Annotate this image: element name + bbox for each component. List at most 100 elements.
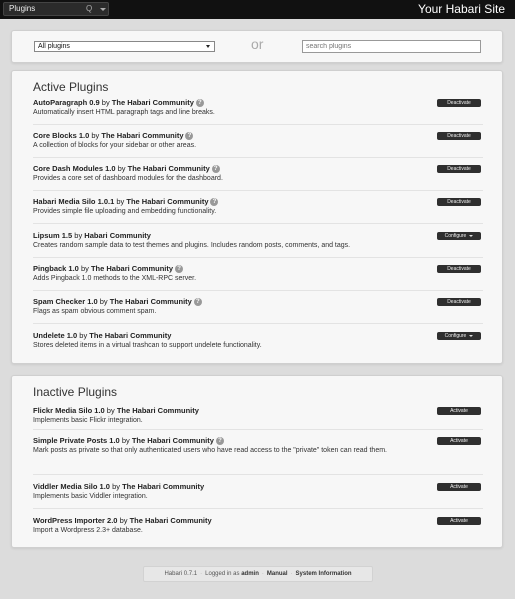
activate-button-label: Activate xyxy=(450,518,468,524)
plugin-name: Core Blocks 1.0 xyxy=(33,131,90,140)
manual-link[interactable]: Manual xyxy=(267,571,288,577)
deactivate-button[interactable]: Deactivate xyxy=(437,165,481,173)
plugin-author: The Habari Community xyxy=(116,406,199,415)
plugin-description: Import a Wordpress 2.3+ database. xyxy=(33,527,143,534)
plugin-description: Automatically insert HTML paragraph tags… xyxy=(33,109,215,116)
row-divider xyxy=(33,223,483,224)
plugin-description: A collection of blocks for your sidebar … xyxy=(33,142,197,149)
activate-button[interactable]: Activate xyxy=(437,517,481,525)
plugin-author: The Habari Community xyxy=(90,264,174,273)
help-icon[interactable]: ? xyxy=(185,132,194,141)
plugin-row: WordPress Importer 2.0 by The Habari Com… xyxy=(33,516,483,535)
deactivate-button-label: Deactivate xyxy=(447,133,471,139)
deactivate-button[interactable]: Deactivate xyxy=(437,298,481,306)
plugin-by-label: by xyxy=(91,131,100,140)
filter-panel: All plugins or xyxy=(11,30,503,63)
active-plugins-title: Active Plugins xyxy=(33,80,109,94)
row-divider xyxy=(33,429,483,430)
row-divider xyxy=(33,290,483,291)
plugin-name: Spam Checker 1.0 xyxy=(33,297,98,306)
plugin-by-label: by xyxy=(80,264,89,273)
chevron-down-icon xyxy=(469,334,474,337)
deactivate-button[interactable]: Deactivate xyxy=(437,265,481,273)
activate-button[interactable]: Activate xyxy=(437,407,481,415)
plugin-row: Pingback 1.0 by The Habari Community? Add… xyxy=(33,264,483,283)
system-info-link[interactable]: System Information xyxy=(296,571,352,577)
plugin-name: Pingback 1.0 xyxy=(33,264,79,273)
search-plugins-input[interactable] xyxy=(302,40,481,53)
active-plugins-panel: Active Plugins AutoParagraph 0.9 by The … xyxy=(11,70,503,364)
admin-menu-label: Plugins xyxy=(9,4,36,13)
plugin-name-line: Viddler Media Silo 1.0 by The Habari Com… xyxy=(33,482,483,492)
plugin-name-line: Spam Checker 1.0 by The Habari Community… xyxy=(33,297,483,307)
version-label: Habari 0.7.1 xyxy=(164,571,198,577)
plugin-author: The Habari Community xyxy=(129,516,212,525)
help-icon[interactable]: ? xyxy=(195,99,204,108)
row-divider xyxy=(33,508,483,509)
configure-button[interactable]: Configure xyxy=(437,232,481,240)
deactivate-button[interactable]: Deactivate xyxy=(437,198,481,206)
plugin-filter-value: All plugins xyxy=(38,43,70,50)
help-icon[interactable]: ? xyxy=(193,298,202,307)
help-icon[interactable]: ? xyxy=(210,198,219,207)
admin-menu-select[interactable]: Plugins Q xyxy=(3,2,109,16)
row-divider xyxy=(33,124,483,125)
plugin-by-label: by xyxy=(121,436,130,445)
row-divider xyxy=(33,157,483,158)
activate-button-label: Activate xyxy=(450,408,468,414)
help-icon[interactable]: ? xyxy=(175,265,184,274)
chevron-down-icon xyxy=(206,45,210,48)
deactivate-button-label: Deactivate xyxy=(447,199,471,205)
site-title[interactable]: Your Habari Site xyxy=(418,2,505,17)
plugin-name-line: WordPress Importer 2.0 by The Habari Com… xyxy=(33,516,483,526)
inactive-plugins-panel: Inactive Plugins Flickr Media Silo 1.0 b… xyxy=(11,375,503,548)
plugin-by-label: by xyxy=(74,231,83,240)
configure-button[interactable]: Configure xyxy=(437,332,481,340)
row-divider xyxy=(33,323,483,324)
deactivate-button-label: Deactivate xyxy=(447,266,471,272)
plugin-name: Lipsum 1.5 xyxy=(33,231,73,240)
plugin-name-line: Lipsum 1.5 by Habari Community xyxy=(33,231,483,241)
deactivate-button-label: Deactivate xyxy=(447,166,471,172)
deactivate-button[interactable]: Deactivate xyxy=(437,99,481,107)
row-divider xyxy=(33,474,483,475)
plugin-row: Lipsum 1.5 by Habari Community Creates ra… xyxy=(33,231,483,250)
deactivate-button-label: Deactivate xyxy=(447,299,471,305)
plugin-by-label: by xyxy=(112,482,120,491)
plugin-by-label: by xyxy=(117,164,126,173)
plugin-by-label: by xyxy=(119,516,128,525)
plugin-row: Core Dash Modules 1.0 by The Habari Comm… xyxy=(33,164,483,183)
plugin-name: WordPress Importer 2.0 xyxy=(33,516,118,525)
plugin-name-line: Undelete 1.0 by The Habari Community xyxy=(33,331,483,341)
deactivate-button[interactable]: Deactivate xyxy=(437,132,481,140)
plugin-name-line: Habari Media Silo 1.0.1 by The Habari Co… xyxy=(33,197,483,207)
plugin-filter-select[interactable]: All plugins xyxy=(34,41,215,52)
plugin-row: Spam Checker 1.0 by The Habari Community… xyxy=(33,297,483,316)
inactive-plugins-title: Inactive Plugins xyxy=(33,385,118,399)
menu-shortcut-key: Q xyxy=(86,4,93,13)
activate-button-label: Activate xyxy=(450,484,468,490)
plugin-name: Viddler Media Silo 1.0 xyxy=(33,482,110,491)
plugin-name: Core Dash Modules 1.0 xyxy=(33,164,116,173)
plugin-by-label: by xyxy=(79,331,88,340)
plugin-name: Undelete 1.0 xyxy=(33,331,78,340)
plugin-name: Habari Media Silo 1.0.1 xyxy=(33,197,115,206)
logged-in-label: Logged in as xyxy=(205,571,240,577)
deactivate-button-label: Deactivate xyxy=(447,100,471,106)
plugin-by-label: by xyxy=(116,197,125,206)
plugin-row: Simple Private Posts 1.0 by The Habari C… xyxy=(33,436,483,455)
footer: Habari 0.7.1 · Logged in as admin · Manual · S… xyxy=(143,566,373,582)
activate-button[interactable]: Activate xyxy=(437,437,481,445)
row-divider xyxy=(33,190,483,191)
help-icon[interactable]: ? xyxy=(211,165,220,174)
activate-button[interactable]: Activate xyxy=(437,483,481,491)
plugin-row: Habari Media Silo 1.0.1 by The Habari Co… xyxy=(33,197,483,216)
configure-button-label: Configure xyxy=(444,333,467,339)
plugin-author: The Habari Community xyxy=(131,436,214,445)
plugin-by-label: by xyxy=(101,98,110,107)
plugin-description: Provides a core set of dashboard modules… xyxy=(33,175,223,182)
plugin-row: AutoParagraph 0.9 by The Habari Communit… xyxy=(33,98,483,117)
help-icon[interactable]: ? xyxy=(215,437,224,446)
plugin-name-line: AutoParagraph 0.9 by The Habari Communit… xyxy=(33,98,483,108)
user-link[interactable]: admin xyxy=(241,571,259,577)
